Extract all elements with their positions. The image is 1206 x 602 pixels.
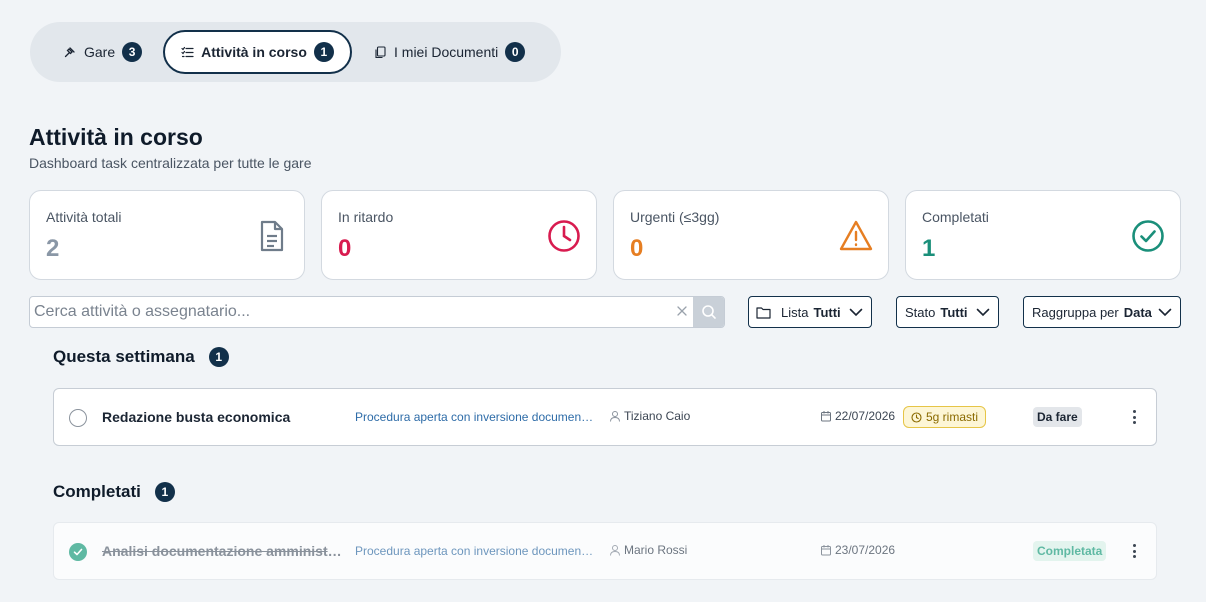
stat-value: 0 xyxy=(630,235,644,262)
user-icon xyxy=(610,411,620,422)
search-icon xyxy=(701,305,716,319)
task-procedure-link[interactable]: Procedura aperta con inversione document… xyxy=(355,410,595,424)
stat-value: 0 xyxy=(338,235,352,262)
section-title-label: Completati xyxy=(53,482,141,501)
stat-label: Completati xyxy=(922,209,989,225)
page-title: Attività in corso xyxy=(29,124,203,150)
more-options-icon[interactable] xyxy=(1128,542,1140,560)
remaining-text: 5g rimasti xyxy=(926,410,979,424)
chevron-down-icon xyxy=(849,308,863,317)
remaining-badge: 5g rimasti xyxy=(903,406,987,428)
stat-value: 2 xyxy=(46,235,60,262)
check-circle-icon xyxy=(1130,218,1166,254)
more-options-icon[interactable] xyxy=(1128,408,1140,426)
task-assignee-name: Tiziano Caio xyxy=(624,409,691,423)
lista-label: Lista xyxy=(781,304,809,320)
task-assignee: Tiziano Caio xyxy=(609,409,690,423)
tab-count-badge: 0 xyxy=(505,42,526,62)
user-icon xyxy=(610,545,620,556)
clock-icon xyxy=(911,411,922,423)
task-date: 22/07/2026 xyxy=(820,409,895,423)
stat-value: 1 xyxy=(922,235,936,262)
search-input[interactable] xyxy=(30,297,670,327)
clock-icon xyxy=(546,218,582,254)
check-icon xyxy=(73,548,83,556)
stato-label: Stato xyxy=(905,304,936,320)
tab-label: Attività in corso xyxy=(201,44,307,60)
task-procedure-link[interactable]: Procedura aperta con inversione document… xyxy=(355,544,595,558)
stat-label: Urgenti (≤3gg) xyxy=(630,209,720,225)
tab-count-badge: 3 xyxy=(122,42,143,62)
search-button[interactable] xyxy=(693,297,724,327)
status-badge: Da fare xyxy=(1033,407,1082,427)
stat-card-urgenti: Urgenti (≤3gg) 0 xyxy=(613,190,889,280)
task-assignee: Mario Rossi xyxy=(609,543,687,557)
copy-icon xyxy=(374,45,387,59)
page-subtitle: Dashboard task centralizzata per tutte l… xyxy=(29,155,312,171)
calendar-icon xyxy=(821,411,831,422)
stat-card-completati: Completati 1 xyxy=(905,190,1181,280)
task-date-value: 22/07/2026 xyxy=(835,409,896,423)
stato-value: Tutti xyxy=(940,304,968,320)
tab-label: I miei Documenti xyxy=(394,44,499,60)
checklist-icon xyxy=(181,46,194,59)
lista-value: Tutti xyxy=(813,304,841,320)
gavel-icon xyxy=(64,46,77,59)
tab-i-miei-documenti[interactable]: I miei Documenti 0 xyxy=(374,30,526,74)
tab-gare[interactable]: Gare 3 xyxy=(64,30,143,74)
task-row[interactable]: Analisi documentazione amministrativa Pr… xyxy=(53,522,1157,580)
section-title-questa-settimana: Questa settimana 1 xyxy=(53,347,229,367)
task-date-value: 23/07/2026 xyxy=(835,543,896,557)
section-title-label: Questa settimana xyxy=(53,347,195,366)
raggruppa-dropdown[interactable]: Raggruppa per Data xyxy=(1023,296,1181,328)
folder-icon xyxy=(756,306,771,319)
task-checkbox[interactable] xyxy=(69,409,87,427)
task-checkbox[interactable] xyxy=(69,543,87,561)
tab-attivita-in-corso[interactable]: Attività in corso 1 xyxy=(163,30,352,74)
lista-dropdown[interactable]: Lista Tutti xyxy=(748,296,872,328)
raggruppa-label: Raggruppa per xyxy=(1032,304,1119,320)
status-badge: Completata xyxy=(1033,541,1107,561)
chevron-down-icon xyxy=(1158,308,1172,317)
chevron-down-icon xyxy=(976,308,990,317)
tab-label: Gare xyxy=(84,44,116,60)
section-title-completati: Completati 1 xyxy=(53,482,175,502)
stat-label: Attività totali xyxy=(46,209,122,225)
stat-label: In ritardo xyxy=(338,209,394,225)
clear-icon[interactable] xyxy=(675,304,689,318)
task-name: Analisi documentazione amministrativa xyxy=(102,543,342,559)
document-icon xyxy=(254,218,290,254)
task-date: 23/07/2026 xyxy=(820,543,895,557)
warning-icon xyxy=(838,218,874,254)
task-row[interactable]: Redazione busta economica Procedura aper… xyxy=(53,388,1157,446)
calendar-icon xyxy=(821,545,831,556)
search-box xyxy=(29,296,725,328)
section-count-badge: 1 xyxy=(154,482,175,502)
stat-card-totali: Attività totali 2 xyxy=(29,190,305,280)
tab-bar: Gare 3 Attività in corso 1 I miei Docume… xyxy=(30,22,561,82)
task-name: Redazione busta economica xyxy=(102,409,291,425)
stat-card-in-ritardo: In ritardo 0 xyxy=(321,190,597,280)
stato-dropdown[interactable]: Stato Tutti xyxy=(896,296,999,328)
task-assignee-name: Mario Rossi xyxy=(624,543,688,557)
section-count-badge: 1 xyxy=(208,347,229,367)
raggruppa-value: Data xyxy=(1123,304,1152,320)
tab-count-badge: 1 xyxy=(313,42,334,62)
